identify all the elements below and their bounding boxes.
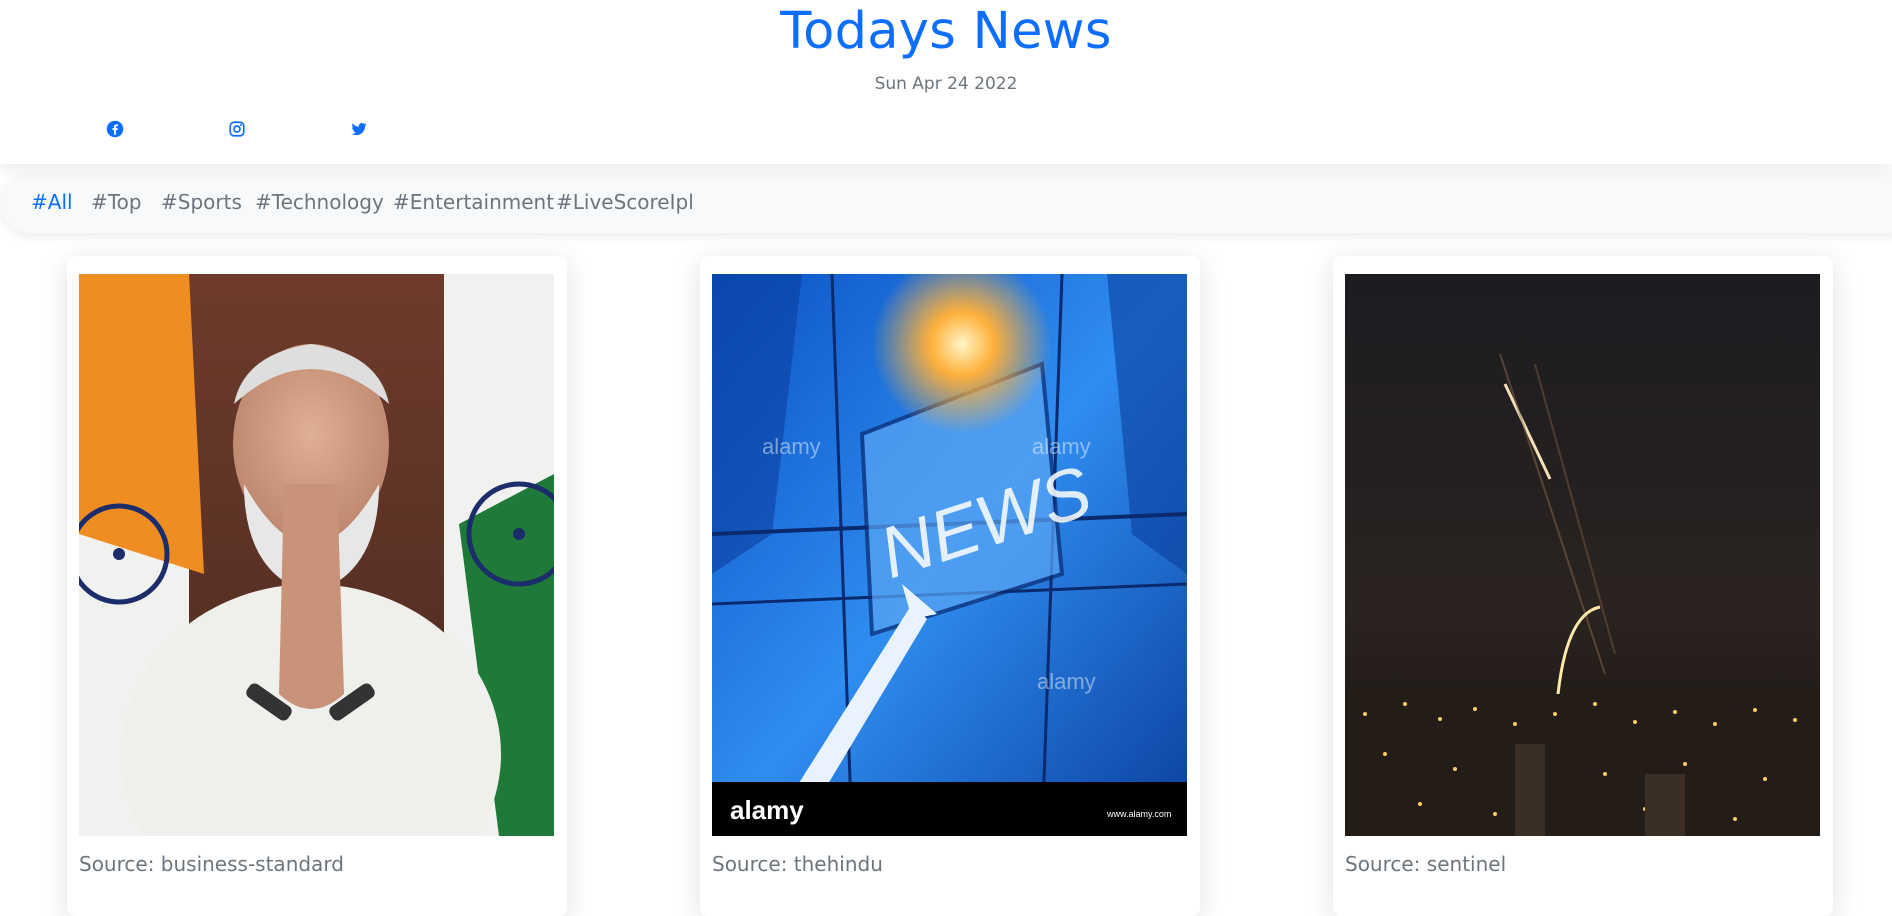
news-card[interactable]: Source: business-standard [67, 256, 567, 916]
article-source: Source: business-standard [79, 852, 344, 876]
facebook-icon [106, 120, 124, 138]
facebook-link[interactable] [106, 120, 124, 138]
news-card[interactable]: Source: sentinel [1333, 256, 1833, 916]
category-nav: #All #Top #Sports #Technology #Entertain… [0, 173, 1892, 233]
image-watermark: alamy [762, 434, 821, 459]
alamy-url: www.alamy.com [1106, 809, 1171, 819]
news-image[interactable] [1345, 274, 1820, 836]
twitter-link[interactable] [350, 120, 368, 138]
instagram-link[interactable] [228, 120, 246, 138]
tag-livescoreipl[interactable]: #LiveScoreIpl [556, 190, 694, 214]
instagram-icon [228, 120, 246, 138]
svg-text:alamy: alamy [1032, 434, 1091, 459]
article-source: Source: thehindu [712, 852, 883, 876]
svg-text:alamy: alamy [1037, 669, 1096, 694]
alamy-logo: alamy [730, 795, 804, 825]
current-date: Sun Apr 24 2022 [874, 74, 1018, 94]
page-title: Todays News [780, 2, 1112, 61]
news-card[interactable]: NEWS alamy alamy alamy alamy www.alamy.c… [700, 256, 1200, 916]
tag-entertainment[interactable]: #Entertainment [393, 190, 554, 214]
article-source: Source: sentinel [1345, 852, 1507, 876]
tag-technology[interactable]: #Technology [255, 190, 384, 214]
tag-top[interactable]: #Top [91, 190, 142, 214]
news-image[interactable] [79, 274, 554, 836]
tag-all[interactable]: #All [31, 190, 73, 214]
news-image[interactable]: NEWS alamy alamy alamy alamy www.alamy.c… [712, 274, 1187, 836]
tag-sports[interactable]: #Sports [161, 190, 242, 214]
twitter-icon [350, 120, 368, 138]
site-header: Todays News Sun Apr 24 2022 [0, 0, 1892, 164]
